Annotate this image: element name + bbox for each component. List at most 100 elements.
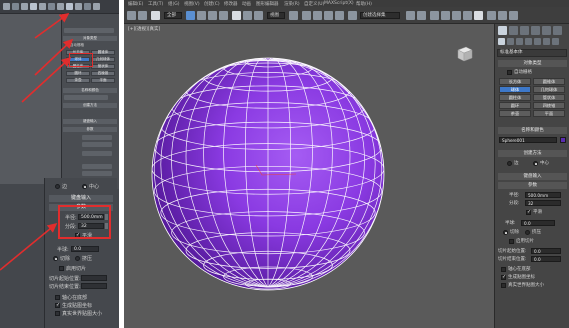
name-color-header[interactable]: 名称和颜色 — [498, 127, 567, 134]
reference-coord-dropdown[interactable]: 视图 — [267, 12, 285, 19]
cylinder-button[interactable]: 圆柱体 — [499, 94, 531, 101]
named-selection-dropdown[interactable]: 创建选择集 — [360, 12, 400, 19]
modify-tab-icon[interactable] — [509, 26, 518, 35]
undo-icon[interactable] — [127, 11, 136, 20]
mirror-icon[interactable] — [406, 11, 415, 20]
menu-maxscript[interactable]: MAXScript(X) — [324, 1, 354, 6]
main-toolbar: 全部 视图 创建选择集 — [124, 7, 569, 24]
display-tab-icon[interactable] — [542, 26, 551, 35]
object-type-header[interactable]: 对象类型 — [498, 60, 567, 67]
creation-method-header[interactable]: 创建方法 — [498, 150, 567, 157]
squash-label: 挤压 — [532, 230, 541, 235]
hierarchy-tab-icon[interactable] — [520, 26, 529, 35]
align-icon[interactable] — [417, 11, 426, 20]
radius-field[interactable]: 500.0mm — [525, 192, 561, 198]
rendered-frame-icon[interactable] — [498, 11, 507, 20]
sphere-object[interactable] — [124, 24, 494, 328]
center-label: 中心 — [540, 161, 549, 166]
cameras-icon[interactable] — [525, 38, 532, 45]
real-world-checkbox[interactable] — [501, 283, 506, 288]
render-production-icon[interactable] — [509, 11, 518, 20]
box-button[interactable]: 长方体 — [499, 78, 531, 85]
radius-label: 半径: — [509, 193, 520, 198]
geosphere-button[interactable]: 几何球体 — [533, 86, 565, 93]
base-to-pivot-checkbox[interactable] — [501, 267, 506, 272]
redo-icon[interactable] — [138, 11, 147, 20]
shapes-icon[interactable] — [507, 38, 514, 45]
arrow-to-category — [34, 38, 74, 76]
params-header[interactable]: 参数 — [498, 182, 567, 189]
smooth-checkbox[interactable] — [526, 209, 531, 215]
curve-editor-icon[interactable] — [452, 11, 461, 20]
select-link-icon[interactable] — [151, 11, 160, 20]
smooth-label: 平滑 — [533, 210, 542, 215]
snap-toggle-icon[interactable] — [302, 11, 311, 20]
edge-radio[interactable] — [507, 161, 512, 166]
systems-icon[interactable] — [552, 38, 559, 45]
spinner-snap-icon[interactable] — [335, 11, 344, 20]
tube-button[interactable]: 管状体 — [533, 94, 565, 101]
autogrid-label: 自动栅格 — [514, 70, 532, 75]
graphite-ribbon-icon[interactable] — [441, 11, 450, 20]
selection-filter-dropdown[interactable]: 全部 — [164, 12, 182, 19]
move-icon[interactable] — [232, 11, 241, 20]
gen-coords-checkbox[interactable] — [501, 274, 506, 280]
schematic-view-icon[interactable] — [463, 11, 472, 20]
utilities-tab-icon[interactable] — [553, 26, 562, 35]
cone-button[interactable]: 圆锥体 — [533, 78, 565, 85]
base-to-pivot-label: 轴心在底部 — [508, 267, 531, 272]
segments-field[interactable]: 32 — [525, 200, 561, 206]
tutorial-zoom-panel: 对象类型 自动栅格 长方体 圆锥体 球体 几何球体 圆柱体 管状体 圆环 四棱锥… — [0, 0, 119, 328]
object-color-swatch[interactable] — [560, 137, 566, 143]
scale-icon[interactable] — [254, 11, 263, 20]
spacewarps-icon[interactable] — [543, 38, 550, 45]
teapot-button[interactable]: 茶壶 — [499, 110, 531, 117]
select-object-icon[interactable] — [186, 11, 195, 20]
torus-button[interactable]: 圆环 — [499, 102, 531, 109]
rectangular-selection-icon[interactable] — [208, 11, 217, 20]
sphere-button[interactable]: 球体 — [499, 86, 531, 93]
slice-on-checkbox[interactable] — [509, 239, 514, 244]
slice-to-label: 切片结束位置: — [498, 257, 527, 262]
menu-bar: 编辑(E) 工具(T) 组(G) 视图(V) 创建(C) 修改器 动画 图形编辑… — [124, 0, 569, 7]
material-editor-icon[interactable] — [474, 11, 483, 20]
gen-coords-label: 生成贴图坐标 — [508, 275, 535, 280]
slice-from-label: 切片起始位置: — [498, 249, 527, 254]
create-tab-icon[interactable] — [498, 26, 507, 35]
slice-on-label: 启用切片 — [516, 239, 534, 244]
geometry-icon[interactable] — [498, 38, 505, 45]
center-radio[interactable] — [533, 161, 538, 166]
perspective-viewport[interactable]: [+][透视][真实] — [124, 24, 494, 328]
helpers-icon[interactable] — [534, 38, 541, 45]
object-name-field[interactable]: Sphere001 — [499, 137, 557, 143]
lights-icon[interactable] — [516, 38, 523, 45]
command-panel: 标准基本体 对象类型 自动栅格 长方体 圆锥体 球体 几何球体 圆柱体 管状体 … — [494, 24, 569, 328]
rotate-icon[interactable] — [243, 11, 252, 20]
pivot-center-icon[interactable] — [289, 11, 298, 20]
percent-snap-icon[interactable] — [324, 11, 333, 20]
select-by-name-icon[interactable] — [197, 11, 206, 20]
autogrid-checkbox[interactable] — [507, 70, 512, 75]
slice-from-field[interactable]: 0.0 — [531, 248, 561, 254]
slice-to-field[interactable]: 0.0 — [531, 256, 561, 262]
keyboard-entry-header[interactable]: 键盘输入 — [498, 173, 567, 180]
layer-manager-icon[interactable] — [430, 11, 439, 20]
chop-label: 切除 — [510, 230, 519, 235]
chop-radio[interactable] — [503, 230, 508, 235]
max-window: 编辑(E) 工具(T) 组(G) 视图(V) 创建(C) 修改器 动画 图形编辑… — [124, 0, 569, 328]
angle-snap-icon[interactable] — [313, 11, 322, 20]
motion-tab-icon[interactable] — [531, 26, 540, 35]
squash-radio[interactable] — [525, 230, 530, 235]
pyramid-button[interactable]: 四棱锥 — [533, 102, 565, 109]
category-dropdown[interactable]: 标准基本体 — [497, 49, 567, 57]
arrow-to-params — [0, 222, 58, 271]
arrow-to-create-tab — [34, 13, 70, 39]
hemisphere-field[interactable]: 0.0 — [521, 220, 555, 226]
hemisphere-label: 半球: — [505, 221, 516, 226]
annotation-arrows — [0, 13, 74, 271]
edit-named-selection-icon[interactable] — [348, 11, 357, 20]
render-setup-icon[interactable] — [487, 11, 496, 20]
window-crossing-icon[interactable] — [219, 11, 228, 20]
segments-label: 分段: — [509, 201, 520, 206]
plane-button[interactable]: 平面 — [533, 110, 565, 117]
